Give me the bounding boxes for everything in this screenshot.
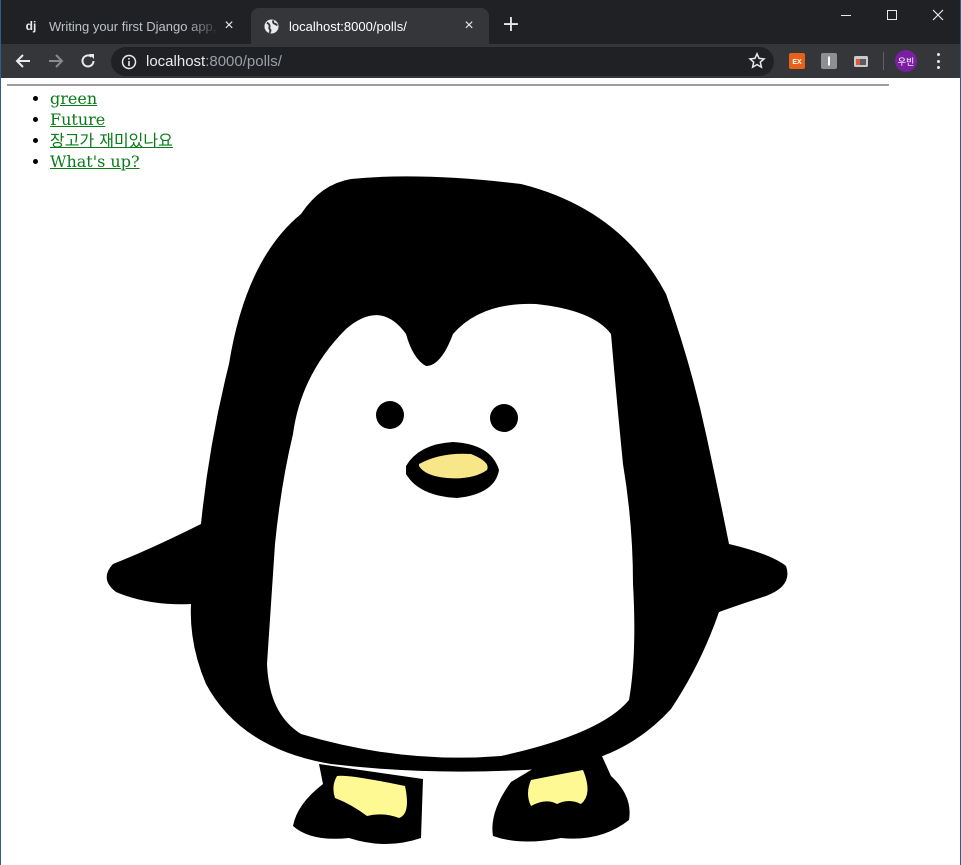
close-window-button[interactable] — [915, 0, 961, 30]
list-item: green — [50, 88, 173, 109]
browser-window: dj Writing your first Django app, p × lo… — [0, 0, 961, 865]
poll-link-future[interactable]: Future — [50, 110, 105, 129]
reload-button[interactable] — [75, 48, 101, 74]
new-tab-button[interactable]: + — [497, 14, 525, 38]
extension-ex-icon[interactable]: EX — [789, 53, 805, 69]
extension-i-icon[interactable] — [821, 53, 837, 69]
tab-title: Writing your first Django app, p — [49, 18, 221, 34]
maximize-button[interactable] — [869, 0, 915, 30]
back-button[interactable] — [10, 48, 36, 74]
globe-icon — [263, 18, 279, 34]
close-tab-icon[interactable]: × — [221, 17, 237, 34]
tab-polls[interactable]: localhost:8000/polls/ × — [251, 8, 489, 44]
poll-link-whats-up[interactable]: What's up? — [50, 152, 140, 171]
url-host: localhost — [146, 53, 206, 70]
extension-window-icon[interactable] — [853, 53, 869, 69]
tab-title: localhost:8000/polls/ — [289, 18, 407, 34]
info-icon[interactable] — [121, 54, 137, 70]
poll-link-green[interactable]: green — [50, 89, 97, 108]
poll-list: green Future 장고가 재미있나요 What's up? — [1, 88, 173, 172]
page-content: green Future 장고가 재미있나요 What's up? — [1, 78, 960, 865]
svg-text:EX: EX — [792, 59, 802, 66]
poll-link-django-fun[interactable]: 장고가 재미있나요 — [50, 131, 173, 150]
bookmark-star-icon[interactable] — [748, 52, 766, 70]
list-item: Future — [50, 109, 173, 130]
address-bar[interactable]: localhost:8000/polls/ — [111, 47, 774, 76]
tab-django-docs[interactable]: dj Writing your first Django app, p × — [11, 8, 249, 44]
minimize-button[interactable] — [823, 0, 869, 30]
forward-button[interactable] — [43, 48, 69, 74]
list-item: 장고가 재미있나요 — [50, 130, 173, 151]
tab-strip: dj Writing your first Django app, p × lo… — [1, 0, 960, 44]
browser-toolbar: localhost:8000/polls/ EX 우빈 — [1, 44, 960, 78]
django-favicon-icon: dj — [25, 19, 37, 33]
url-path: :8000/polls/ — [205, 53, 282, 70]
browser-menu-icon[interactable] — [931, 51, 945, 71]
penguin-image — [106, 176, 788, 844]
close-tab-icon[interactable]: × — [461, 17, 477, 34]
list-item: What's up? — [50, 151, 173, 172]
horizontal-rule — [7, 84, 889, 86]
profile-avatar[interactable]: 우빈 — [895, 50, 917, 72]
toolbar-divider — [883, 52, 884, 70]
